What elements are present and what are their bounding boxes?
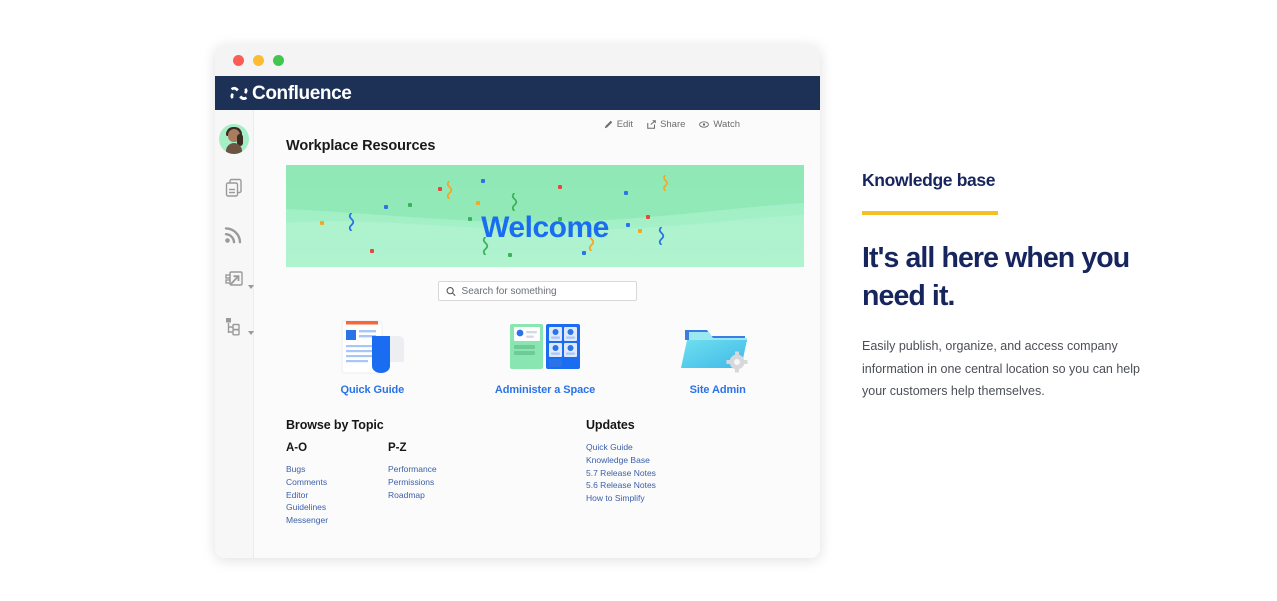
browse-by-topic-section: Browse by Topic A-O Bugs Comments Editor… [286, 418, 586, 527]
browse-column-heading: P-Z [388, 442, 407, 454]
search-row [270, 281, 804, 301]
browse-link[interactable]: Comments [286, 476, 388, 489]
updates-title: Updates [586, 418, 635, 432]
browse-link[interactable]: Permissions [388, 476, 490, 489]
update-link[interactable]: Quick Guide [586, 441, 804, 454]
page-title: Workplace Resources [286, 138, 436, 154]
eye-icon [699, 121, 710, 128]
welcome-text: Welcome [481, 211, 609, 244]
tile-label: Quick Guide [340, 384, 405, 396]
edit-button[interactable]: Edit [604, 119, 633, 130]
feature-tiles: Quick Guide Administer a Space Site Admi… [286, 316, 804, 396]
feed-icon[interactable] [221, 221, 247, 247]
minimize-window-button[interactable] [253, 55, 264, 66]
updates-section: Updates Quick Guide Knowledge Base 5.7 R… [586, 418, 804, 527]
browse-link[interactable]: Performance [388, 463, 490, 476]
browse-link[interactable]: Roadmap [388, 489, 490, 502]
search-icon [446, 286, 456, 296]
tile-label: Site Admin [689, 384, 746, 396]
promo-panel: Knowledge base It's all here when you ne… [862, 170, 1142, 403]
space-admin-icon [510, 324, 580, 369]
lower-sections: Browse by Topic A-O Bugs Comments Editor… [286, 418, 804, 527]
browse-column-heading: A-O [286, 442, 308, 454]
avatar-body [226, 143, 242, 154]
browse-link[interactable]: Messenger [286, 514, 388, 527]
share-icon [647, 120, 656, 129]
app-name-label: Confluence [252, 82, 352, 104]
update-link[interactable]: 5.6 Release Notes [586, 479, 804, 492]
promo-body-text: Easily publish, organize, and access com… [862, 339, 1140, 398]
maximize-window-button[interactable] [273, 55, 284, 66]
share-label: Share [660, 119, 686, 130]
browser-window: Confluence Edit Share Watch Workplace Re… [215, 45, 820, 558]
document-guide-icon [341, 320, 405, 374]
tile-label: Administer a Space [494, 384, 596, 396]
close-window-button[interactable] [233, 55, 244, 66]
tile-quick-guide[interactable]: Quick Guide [286, 316, 459, 396]
update-link[interactable]: 5.7 Release Notes [586, 467, 804, 480]
tile-administer-a-space[interactable]: Administer a Space [459, 316, 632, 396]
share-button[interactable]: Share [647, 119, 685, 130]
search-box[interactable] [437, 281, 637, 301]
window-titlebar [215, 45, 820, 76]
edit-label: Edit [616, 119, 634, 130]
page-content: Edit Share Watch Workplace Resources Wel… [254, 110, 820, 558]
browse-column-a-o: A-O Bugs Comments Editor Guidelines Mess… [286, 442, 388, 527]
promo-heading: It's all here when you need it. [862, 242, 1130, 312]
update-link[interactable]: Knowledge Base [586, 454, 804, 467]
promo-divider [862, 211, 998, 215]
browse-link[interactable]: Bugs [286, 463, 388, 476]
browse-link[interactable]: Editor [286, 489, 388, 502]
tile-art [631, 316, 804, 376]
search-input[interactable] [461, 285, 629, 297]
promo-eyebrow: Knowledge base [862, 170, 996, 190]
browse-link[interactable]: Guidelines [286, 501, 388, 514]
tile-site-admin[interactable]: Site Admin [631, 316, 804, 396]
tile-art [286, 316, 459, 376]
confluence-logo-icon [230, 86, 248, 100]
pencil-icon [604, 120, 612, 129]
browse-title: Browse by Topic [286, 418, 384, 432]
left-icon-rail [215, 110, 254, 558]
page-tools: Edit Share Watch [270, 110, 804, 130]
watch-label: Watch [713, 119, 740, 130]
tile-art [459, 316, 632, 376]
welcome-banner: Welcome [286, 165, 804, 267]
window-body: Edit Share Watch Workplace Resources Wel… [215, 110, 820, 558]
user-avatar[interactable] [219, 124, 249, 154]
export-icon[interactable] [221, 267, 254, 293]
pages-icon[interactable] [221, 175, 247, 201]
folder-gear-icon [680, 330, 748, 373]
watch-button[interactable]: Watch [699, 119, 740, 130]
page-tree-icon[interactable] [221, 313, 254, 339]
confluence-appbar: Confluence [215, 76, 820, 110]
update-link[interactable]: How to Simplify [586, 492, 804, 505]
browse-column-p-z: P-Z Performance Permissions Roadmap [388, 442, 490, 527]
